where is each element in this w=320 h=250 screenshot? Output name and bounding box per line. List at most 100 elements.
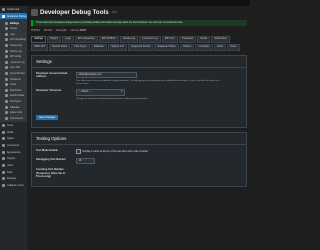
pin-icon (2, 123, 5, 127)
sidebar-item-environment[interactable]: Environment (0, 115, 27, 121)
tab-wp-config[interactable]: WP CONFIG (98, 36, 119, 43)
tab-constants[interactable]: Constants (195, 43, 213, 51)
sidebar-item-label: Settings (6, 177, 16, 181)
sidebar-item-settings[interactable]: Settings (0, 176, 27, 183)
tab-live-error-log[interactable]: Live Error Log (139, 36, 161, 43)
tab-logs[interactable]: Logs (62, 36, 74, 43)
testing-heading: Testing Options (32, 133, 246, 145)
sidebar-item-label: Query Monitor (9, 72, 25, 76)
timezone-row: Developer Timezone — Select — ▾ Change t… (36, 89, 242, 100)
test-mode-row: Test Mode Enable Display a notice at the… (36, 148, 242, 154)
test-mode-label: Test Mode Enable (36, 148, 58, 152)
brush-icon (2, 150, 5, 154)
tab-system-info[interactable]: System Info (108, 43, 128, 51)
bullet-icon (5, 49, 8, 53)
sidebar-item-collapse-menu[interactable]: Collapse menu (0, 182, 27, 189)
bullet-icon (5, 105, 8, 109)
tab-database[interactable]: Database (90, 43, 108, 51)
tab-error-reporting[interactable]: Error Reporting (74, 36, 98, 43)
sidebar-item-label: Error Reporting (9, 38, 26, 42)
status-value: 6.4 (48, 29, 52, 32)
settings-heading: Settings (32, 56, 246, 68)
debug-tools-icon (31, 8, 38, 16)
test-number-label: Debugging Test Number (36, 157, 66, 161)
tab-settings[interactable]: Settings (31, 36, 47, 43)
sidebar-item-plugins[interactable]: Plugins (0, 156, 27, 163)
info-notice: These tools help developers debug issues… (31, 20, 247, 26)
tab-users[interactable]: Users (213, 43, 227, 51)
bullet-icon (5, 21, 8, 25)
sidebar-item-comments[interactable]: Comments (0, 142, 27, 149)
sidebar-item-label: Media (6, 130, 14, 134)
sidebar-item-label: Settings (9, 21, 19, 25)
bullet-icon (5, 116, 8, 120)
sidebar-item-label: Activity Log (9, 49, 22, 53)
tab-roles[interactable]: Roles (227, 43, 240, 51)
status-label: Memory (70, 29, 80, 32)
bullet-icon (5, 38, 8, 42)
timezone-label: Developer Timezone (36, 89, 62, 93)
tab-wp-cron[interactable]: WP Cron (161, 36, 178, 43)
bullet-icon (5, 83, 8, 87)
bullet-icon (5, 32, 8, 36)
tab-plugins[interactable]: Plugins (47, 36, 62, 43)
sidebar-item-developer-debug[interactable]: Developer Debug (0, 12, 27, 20)
settings-icon (2, 177, 5, 181)
bullet-icon (5, 27, 8, 31)
test-mode-checkbox[interactable] (76, 148, 81, 154)
email-field[interactable]: admin@example.com (76, 71, 137, 79)
bullet-icon (5, 55, 8, 59)
sidebar-item-users[interactable]: Users (0, 162, 27, 169)
sidebar-item-label: Live Error Log (9, 60, 25, 64)
timezone-select[interactable]: — Select — ▾ (76, 89, 125, 97)
test-number-row: Debugging Test Number 10 (36, 157, 242, 165)
save-button[interactable]: Save Changes (36, 114, 59, 120)
status-label: Debug (55, 29, 63, 32)
tab-activity-log[interactable]: Activity Log (119, 36, 139, 43)
sidebar-item-label: Tools (6, 170, 13, 174)
sidebar-item-label: Dashboard (6, 7, 20, 11)
sidebar-item-media[interactable]: Media (0, 129, 27, 136)
test-mode-text: Display a notice at the top of the site … (82, 149, 148, 153)
bullet-icon (5, 88, 8, 92)
sidebar-item-label: Appearance (6, 150, 21, 154)
sidebar-item-label: Database (9, 105, 20, 109)
tab-enqueued-styles[interactable]: Enqueued Styles (154, 43, 179, 51)
tab-rewrite-rules[interactable]: Rewrite Rules (49, 43, 71, 51)
tab-shortcodes[interactable]: Shortcodes (211, 36, 230, 43)
status-value: On (63, 29, 67, 32)
tab-post-types[interactable]: Post Types (71, 43, 90, 51)
tab-enqueued-scripts[interactable]: Enqueued Scripts (128, 43, 154, 51)
tab-transients[interactable]: Transients (178, 36, 197, 43)
media-icon (2, 130, 5, 134)
sidebar-item-label: Logs (9, 32, 15, 36)
sidebar-item-dashboard[interactable]: Dashboard (0, 6, 27, 13)
sidebar-item-label: Pages (6, 137, 14, 141)
sidebar-item-pages[interactable]: Pages (0, 135, 27, 142)
test-number-desc-row: Counting Test Number (Frequency Value Se… (36, 168, 242, 178)
sidebar-item-label: Plugins (9, 27, 18, 31)
collapse-icon (2, 184, 5, 188)
sidebar-item-appearance[interactable]: Appearance (0, 149, 27, 156)
sidebar-item-label: Debug Logs (9, 44, 23, 48)
comment-icon (2, 143, 5, 147)
tab-options[interactable]: Options (179, 43, 195, 51)
sidebar-item-label: WP Config (9, 55, 21, 59)
sidebar-item-label: Post Types (9, 99, 22, 103)
test-number-description: Counting Test Number (Frequency Value Se… (36, 168, 66, 178)
test-number-field[interactable]: 10 (76, 157, 95, 165)
version-badge: v1.0 (111, 10, 117, 14)
bullet-icon (5, 60, 8, 64)
user-icon (2, 164, 5, 168)
bullet-icon (5, 72, 8, 76)
timezone-description: Change the timezone for displaying times… (76, 97, 148, 100)
wrench-icon (2, 170, 5, 174)
tab-hooks[interactable]: Hooks (197, 36, 211, 43)
tab-bar: Settings Plugins Logs Error Reporting WP CON… (31, 36, 247, 51)
sidebar-item-label: Transients (9, 77, 21, 81)
sidebar-item-label: Hooks (9, 83, 17, 87)
tab-rest-api[interactable]: REST API (31, 43, 49, 51)
main-content: Developer Debug Tools v1.0 These tools h… (31, 7, 247, 187)
sidebar-item-tools[interactable]: Tools (0, 169, 27, 176)
sidebar-item-posts[interactable]: Posts (0, 122, 27, 129)
